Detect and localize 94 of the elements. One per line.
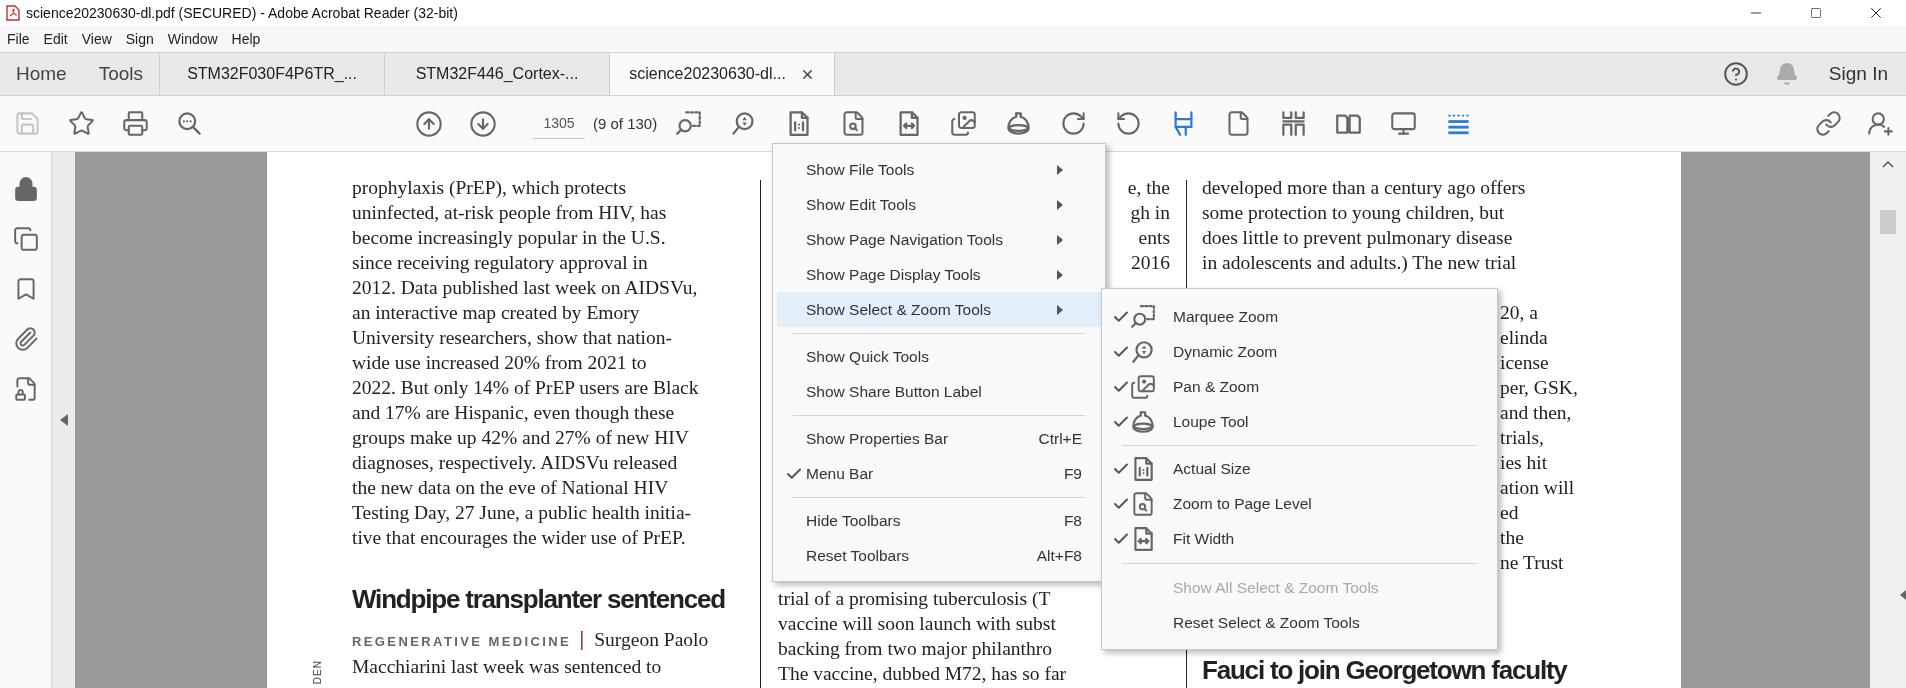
- caret-icon: [1057, 199, 1063, 210]
- menu-item[interactable]: Show Page Display Tools: [777, 257, 1101, 292]
- menu-item[interactable]: Pan & Zoom: [1106, 369, 1493, 404]
- link-icon[interactable]: [1814, 110, 1842, 137]
- menu-item[interactable]: Show Share Button Label: [777, 374, 1101, 409]
- page-grid-icon[interactable]: [1280, 110, 1307, 137]
- page-search-icon[interactable]: [1130, 491, 1156, 517]
- menu-item[interactable]: Show Page Navigation Tools: [777, 222, 1101, 257]
- security-info-icon[interactable]: [12, 376, 39, 402]
- zoom-icon[interactable]: [1130, 339, 1156, 365]
- caret-icon: [1057, 304, 1063, 315]
- paragraph: REGENERATIVE MEDICINE | Surgeon Paolo Macchiarini last week was sentenced to: [352, 627, 710, 679]
- search-icon[interactable]: [175, 110, 203, 137]
- menu-item[interactable]: Show Select & Zoom Tools: [777, 292, 1101, 327]
- menu-bar-item[interactable]: Window: [160, 28, 225, 50]
- menu-item[interactable]: Reset Select & Zoom Tools: [1106, 605, 1493, 640]
- menu-bar-item[interactable]: Sign: [118, 28, 161, 50]
- text-fragment: the: [1500, 526, 1524, 550]
- text-fragment: icense: [1500, 351, 1549, 375]
- text-fragment: ne Trust: [1500, 551, 1564, 575]
- rotate-clockwise-icon[interactable]: [1060, 110, 1087, 137]
- menu-bar-item[interactable]: Edit: [36, 28, 75, 50]
- menu-item[interactable]: Reset Toolbars Alt+F8: [777, 538, 1101, 573]
- menu-item[interactable]: Dynamic Zoom: [1106, 334, 1493, 369]
- lock-icon[interactable]: [12, 176, 39, 202]
- scrollbar-thumb[interactable]: [1880, 210, 1896, 234]
- menu-item[interactable]: Hide Toolbars F8: [777, 503, 1101, 538]
- help-icon[interactable]: [1723, 61, 1750, 87]
- keyboard-shortcut: F9: [1063, 464, 1082, 483]
- menu-item[interactable]: Zoom to Page Level: [1106, 486, 1493, 521]
- menu-item[interactable]: Menu Bar F9: [777, 456, 1101, 491]
- scroll-up-icon[interactable]: [1882, 160, 1894, 168]
- sign-in-button[interactable]: Sign In: [1828, 59, 1888, 89]
- menu-item[interactable]: Marquee Zoom: [1106, 299, 1493, 334]
- menu-item[interactable]: Show Properties Bar Ctrl+E: [777, 421, 1101, 456]
- caret-icon: [1057, 269, 1063, 280]
- loupe-icon[interactable]: [1005, 110, 1032, 137]
- nav-tab[interactable]: Tools: [82, 53, 160, 95]
- loupe-icon[interactable]: [1130, 409, 1156, 435]
- photo-credit: DEN: [311, 659, 324, 684]
- menu-item[interactable]: Show File Tools: [777, 152, 1101, 187]
- keyboard-shortcut: F8: [1063, 511, 1082, 530]
- text-fragment: trials,: [1500, 426, 1544, 450]
- images-icon[interactable]: [1130, 374, 1156, 400]
- restore-icon[interactable]: [1810, 7, 1822, 19]
- text-fragment: ents: [1138, 226, 1170, 250]
- menu-item[interactable]: Actual Size: [1106, 451, 1493, 486]
- caret-icon: [1057, 164, 1063, 175]
- menu-item[interactable]: Fit Width: [1106, 521, 1493, 556]
- page-count: (9 of 130): [593, 115, 659, 132]
- text-fragment: ies hit: [1500, 451, 1548, 475]
- collapse-arrow-icon[interactable]: [59, 414, 68, 426]
- menu-bar-item[interactable]: File: [0, 28, 37, 50]
- menu-item[interactable]: Loupe Tool: [1106, 404, 1493, 439]
- paragraph: prophylaxis (PrEP), which protects uninfected, at-risk people from HIV, has become increasingly popular in the U.S. since receiving regulatory approval in 2012. Data published last week on AIDSVu, an interactive map created by Emory University researchers, show that nation- wide use increased 20% from 2021 to 2022. But only 14% of PrEP users are Black and 17% are Hispanic, even though these groups make up 42% and 27% of new HIV diagnoses, respectively. AIDSVu released the new data on the eve of National HIV Testing Day, 27 June, a public health initia- tive that encourages the wider use of PrEP.: [352, 176, 700, 550]
- menu-item[interactable]: Show Quick Tools: [777, 339, 1101, 374]
- text-fragment: per, GSK,: [1500, 376, 1578, 400]
- printer-icon[interactable]: [121, 110, 149, 137]
- pages-icon[interactable]: [12, 226, 39, 252]
- text-fragment: and then,: [1500, 401, 1572, 425]
- menu-bar-item[interactable]: View: [74, 28, 119, 50]
- document-tab[interactable]: science20230630-dl...: [609, 53, 835, 95]
- marquee-zoom-icon[interactable]: [1130, 304, 1156, 330]
- page-number-field[interactable]: 1305: [533, 108, 585, 139]
- text-fragment: 20, a: [1500, 301, 1538, 325]
- monitor-icon[interactable]: [1390, 110, 1417, 137]
- paragraph: developed more than a century ago offers some protection to young children, but does little to prevent pulmonary disease in adolescents and adults.) The new trial: [1202, 176, 1527, 275]
- marquee-zoom-icon[interactable]: [675, 110, 702, 137]
- keyboard-shortcut: Alt+F8: [1036, 546, 1082, 565]
- menu-bar-item[interactable]: Help: [224, 28, 268, 50]
- article-heading: Fauci to join Georgetown faculty: [1202, 654, 1569, 687]
- paperclip-icon[interactable]: [12, 326, 39, 352]
- expand-arrow-icon[interactable]: [1900, 590, 1906, 600]
- nav-tab[interactable]: Home: [0, 53, 83, 95]
- page-icon[interactable]: [1225, 110, 1252, 137]
- text-fragment: ed: [1500, 501, 1519, 525]
- pdf-icon: [6, 5, 20, 21]
- paragraph: trial of a promising tuberculosis (T vaccine will soon launch with subst backing from two major philanthro The vaccine, dubbed M72, has so far: [778, 587, 1068, 686]
- text-fragment: gh in: [1130, 201, 1170, 225]
- text-fragment: ation will: [1500, 476, 1575, 500]
- caret-icon: [1057, 234, 1063, 245]
- text-fragment: 2016: [1131, 251, 1170, 275]
- window-title: science20230630-dl.pdf (SECURED) - Adobe Acrobat Reader (32-bit): [26, 5, 458, 21]
- menu-item[interactable]: Show Edit Tools: [777, 187, 1101, 222]
- add-user-icon[interactable]: [1866, 110, 1894, 137]
- zoom-icon[interactable]: [730, 110, 757, 137]
- page-search-icon[interactable]: [840, 110, 867, 137]
- star-icon[interactable]: [67, 110, 95, 137]
- text-fragment: elinda: [1500, 326, 1548, 350]
- rotate-counterclockwise-icon[interactable]: [1115, 110, 1142, 137]
- images-icon[interactable]: [950, 110, 977, 137]
- text-fragment: e, the: [1127, 176, 1170, 200]
- keyboard-shortcut: Ctrl+E: [1038, 429, 1082, 448]
- article-heading: Windpipe transplanter sentenced: [352, 583, 726, 616]
